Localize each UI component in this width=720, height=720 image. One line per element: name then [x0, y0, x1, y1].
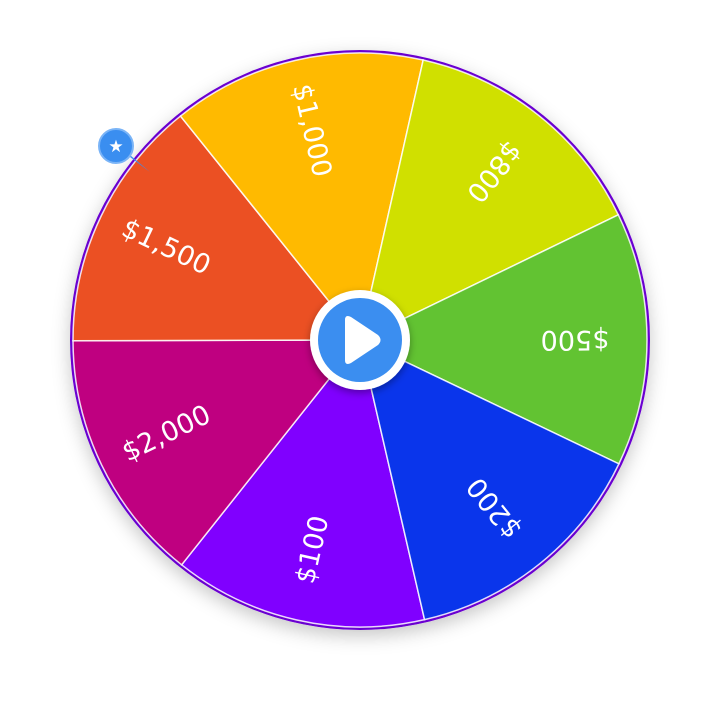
spin-wheel-stage: $100 $2,000 $1,500 $1,000 $800 $500 $200 ★ — [0, 0, 720, 720]
spin-button[interactable] — [310, 290, 410, 390]
prize-wheel: $100$2,000$1,500$1,000 $800$500$200 ★ — [70, 50, 650, 630]
star-icon: ★ — [108, 137, 123, 157]
wheel-segment-label: $500 — [541, 324, 610, 355]
